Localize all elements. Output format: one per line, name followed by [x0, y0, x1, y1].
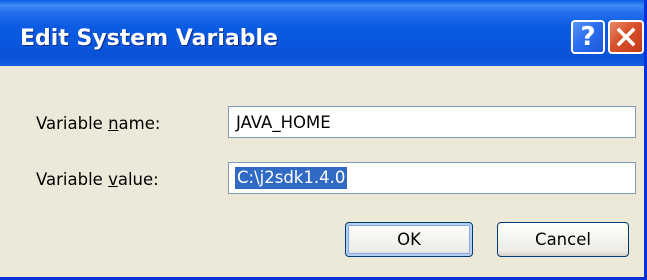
close-button[interactable] — [608, 20, 644, 54]
ok-button[interactable]: OK — [345, 222, 473, 257]
variable-name-value: JAVA_HOME — [236, 113, 331, 132]
accelerator-v: v — [108, 170, 118, 189]
close-icon — [616, 27, 636, 47]
cancel-button[interactable]: Cancel — [497, 222, 629, 257]
variable-value-selected-text: C:\j2sdk1.4.0 — [235, 167, 348, 189]
ok-button-label: OK — [397, 230, 421, 249]
variable-value-label: Variable value: — [36, 170, 159, 189]
cancel-button-label: Cancel — [535, 230, 591, 249]
dialog-title: Edit System Variable — [20, 26, 278, 51]
help-button[interactable]: ? — [571, 20, 605, 54]
help-icon: ? — [580, 22, 596, 52]
variable-value-field[interactable]: C:\j2sdk1.4.0 — [228, 162, 636, 194]
accelerator-n: n — [108, 114, 119, 133]
title-bar[interactable]: Edit System Variable ? — [0, 0, 644, 66]
edit-system-variable-dialog: Edit System Variable ? Variable name: JA… — [0, 0, 647, 280]
variable-name-label: Variable name: — [36, 114, 161, 133]
variable-name-field[interactable]: JAVA_HOME — [228, 106, 636, 138]
